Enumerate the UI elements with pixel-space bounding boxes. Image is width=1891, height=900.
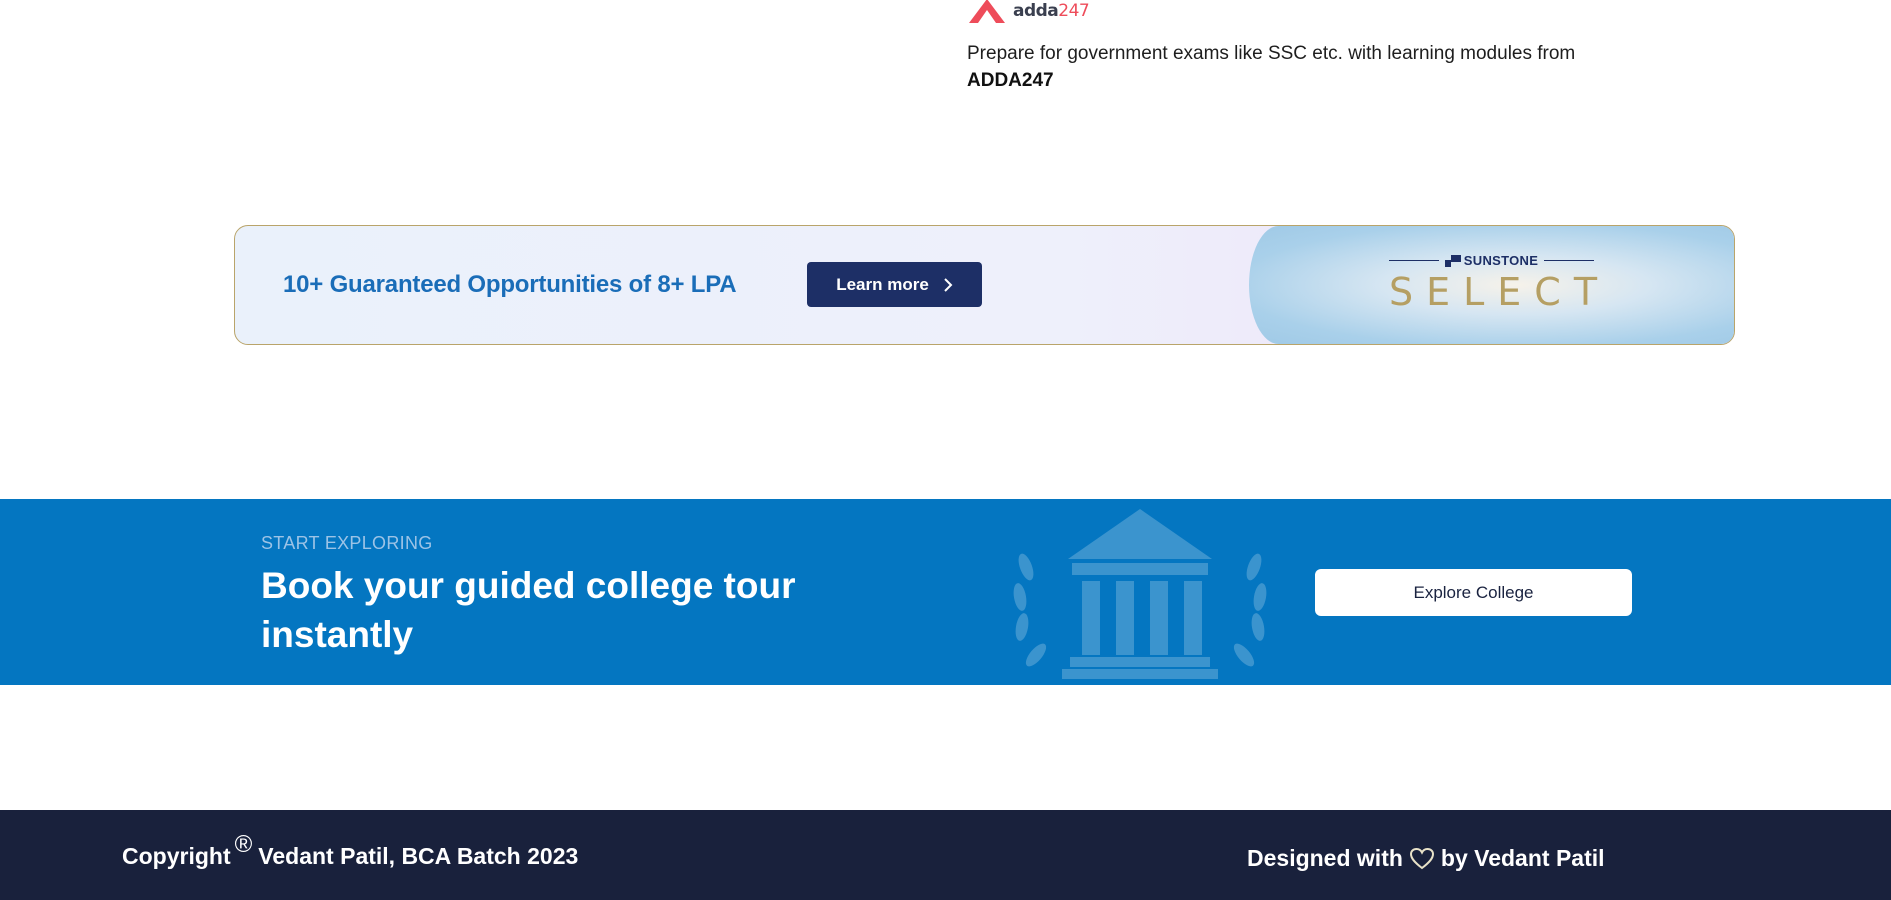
sunstone-ad-banner[interactable]: 10+ Guaranteed Opportunities of 8+ LPA L… bbox=[234, 225, 1735, 345]
explore-college-section: START EXPLORING Book your guided college… bbox=[0, 499, 1891, 685]
banner-headline: 10+ Guaranteed Opportunities of 8+ LPA bbox=[283, 271, 737, 298]
sunstone-select-wordmark: SELECT bbox=[1389, 270, 1611, 314]
partner-description: Prepare for government exams like SSC et… bbox=[967, 40, 1707, 94]
copyright-text: Copyright ® Vedant Patil, BCA Batch 2023 bbox=[122, 831, 579, 871]
designed-prefix: Designed with bbox=[1247, 845, 1403, 871]
designed-suffix: by Vedant Patil bbox=[1440, 845, 1605, 871]
explore-college-button[interactable]: Explore College bbox=[1315, 569, 1632, 616]
designed-by-text: Designed with by Vedant Patil bbox=[1247, 845, 1605, 872]
registered-symbol: ® bbox=[234, 831, 253, 858]
copyright-owner: Vedant Patil, BCA Batch 2023 bbox=[258, 843, 579, 869]
sunstone-logo-icon bbox=[1444, 254, 1461, 267]
sunstone-name-text: SUNSTONE bbox=[1463, 253, 1539, 268]
chevron-right-icon bbox=[944, 277, 953, 292]
college-building-icon bbox=[1013, 509, 1267, 679]
learn-more-label: Learn more bbox=[836, 274, 929, 294]
copyright-prefix: Copyright bbox=[122, 843, 231, 869]
divider bbox=[1544, 260, 1594, 261]
sunstone-name: SUNSTONE bbox=[1444, 253, 1539, 268]
sunstone-brand: SUNSTONE bbox=[1389, 253, 1594, 268]
learn-more-button[interactable]: Learn more bbox=[807, 262, 982, 307]
explore-kicker: START EXPLORING bbox=[261, 533, 433, 553]
site-footer: Copyright ® Vedant Patil, BCA Batch 2023 D… bbox=[0, 810, 1891, 900]
divider bbox=[1389, 260, 1439, 261]
partner-description-text: Prepare for government exams like SSC et… bbox=[967, 43, 1576, 64]
adda247-logo-mark-icon bbox=[969, 0, 1005, 23]
adda247-wordmark: adda247 bbox=[1013, 1, 1090, 21]
partner-brand: ADDA247 bbox=[967, 70, 1054, 91]
heart-icon bbox=[1409, 847, 1434, 869]
explore-title: Book your guided college tour instantly bbox=[261, 565, 796, 655]
adda247-logo[interactable]: adda247 bbox=[967, 0, 1090, 26]
sunstone-brand-panel: SUNSTONE SELECT bbox=[1249, 226, 1734, 344]
